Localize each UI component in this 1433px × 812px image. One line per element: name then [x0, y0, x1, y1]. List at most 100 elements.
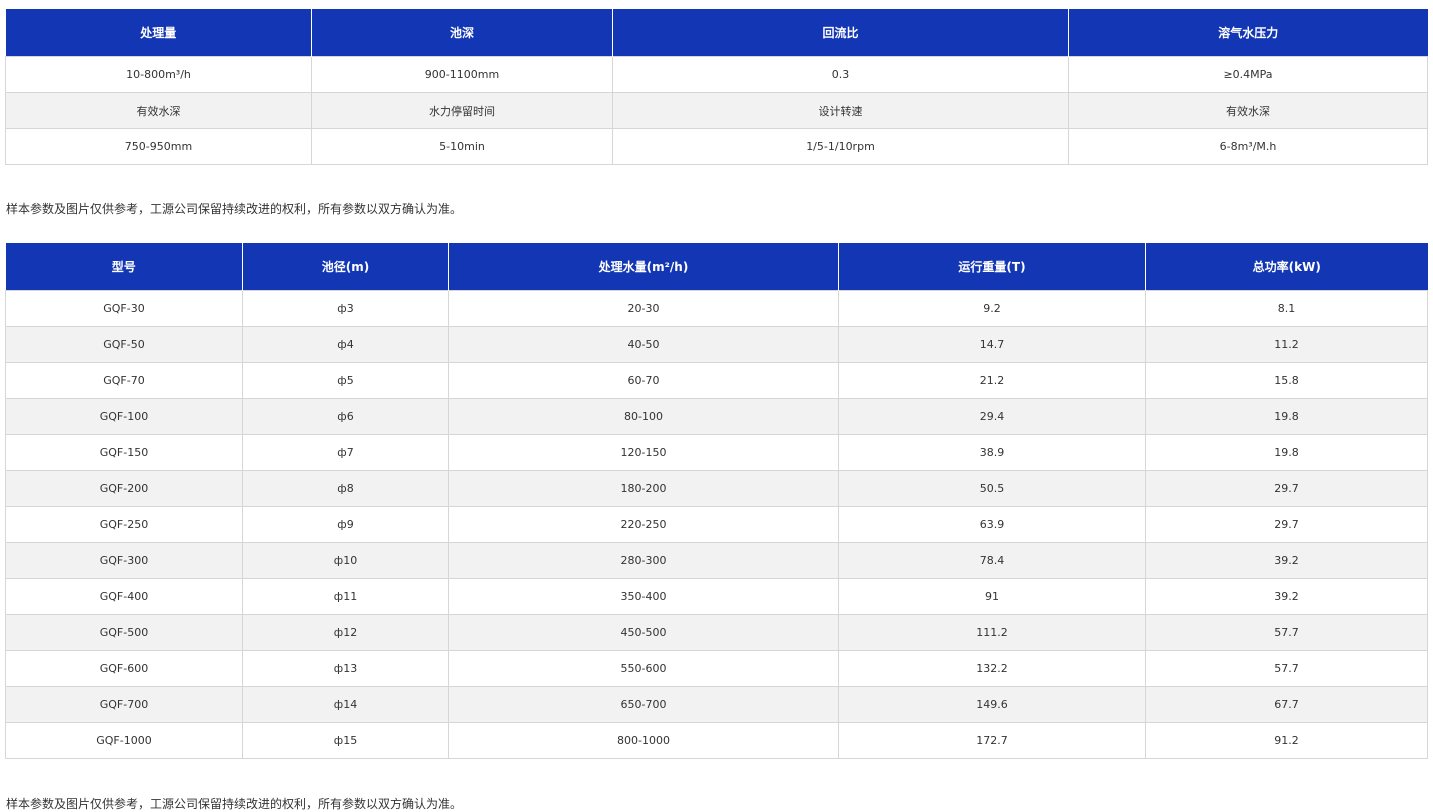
table-cell: 132.2: [838, 650, 1146, 687]
table-row: GQF-300 ф10 280-300 78.4 39.2: [5, 542, 1428, 579]
header-capacity: 处理量: [5, 9, 312, 57]
table-cell: 550-600: [448, 650, 839, 687]
table-cell: 19.8: [1145, 434, 1428, 471]
header-reflux-ratio: 回流比: [612, 9, 1069, 57]
table-cell: 19.8: [1145, 398, 1428, 435]
table-cell: 11.2: [1145, 326, 1428, 363]
table-cell: 50.5: [838, 470, 1146, 507]
header-tank-diameter: 池径(m): [242, 243, 449, 291]
table-cell: 1/5-1/10rpm: [612, 128, 1069, 165]
table-header-row: 处理量 池深 回流比 溶气水压力: [5, 9, 1428, 57]
table-cell: GQF-50: [5, 326, 243, 363]
table-cell: 5-10min: [311, 128, 613, 165]
table-cell: ф6: [242, 398, 449, 435]
header-tank-depth: 池深: [311, 9, 613, 57]
table-cell: 80-100: [448, 398, 839, 435]
table-cell: 450-500: [448, 614, 839, 651]
table-cell: 40-50: [448, 326, 839, 363]
table-cell: GQF-500: [5, 614, 243, 651]
table-row: GQF-1000 ф15 800-1000 172.7 91.2: [5, 722, 1428, 759]
header-dissolved-air-pressure: 溶气水压力: [1068, 9, 1428, 57]
table-cell: ф14: [242, 686, 449, 723]
table-cell: 650-700: [448, 686, 839, 723]
header-operating-weight: 运行重量(T): [838, 243, 1146, 291]
table-cell: 78.4: [838, 542, 1146, 579]
table-row: GQF-700 ф14 650-700 149.6 67.7: [5, 686, 1428, 723]
table-cell: 29.7: [1145, 470, 1428, 507]
table-row: GQF-500 ф12 450-500 111.2 57.7: [5, 614, 1428, 651]
table-cell: 149.6: [838, 686, 1146, 723]
header-total-power: 总功率(kW): [1145, 243, 1428, 291]
table-row: 750-950mm 5-10min 1/5-1/10rpm 6-8m³/M.h: [5, 128, 1428, 165]
table-cell: ф15: [242, 722, 449, 759]
table-cell: 180-200: [448, 470, 839, 507]
table-cell: 设计转速: [612, 92, 1069, 129]
table-cell: 57.7: [1145, 650, 1428, 687]
table-cell: ф10: [242, 542, 449, 579]
table-cell: 有效水深: [5, 92, 312, 129]
table-cell: 10-800m³/h: [5, 56, 312, 93]
table-cell: GQF-400: [5, 578, 243, 615]
table-cell: GQF-100: [5, 398, 243, 435]
table-cell: 350-400: [448, 578, 839, 615]
table-cell: 172.7: [838, 722, 1146, 759]
table-cell: 15.8: [1145, 362, 1428, 399]
table-cell: 21.2: [838, 362, 1146, 399]
table-cell: 14.7: [838, 326, 1146, 363]
table-cell: GQF-200: [5, 470, 243, 507]
table-header-row: 型号 池径(m) 处理水量(m²/h) 运行重量(T) 总功率(kW): [5, 243, 1428, 291]
table-cell: 39.2: [1145, 542, 1428, 579]
disclaimer-note: 样本参数及图片仅供参考，工源公司保留持续改进的权利，所有参数以双方确认为准。: [6, 202, 463, 216]
table-row: GQF-250 ф9 220-250 63.9 29.7: [5, 506, 1428, 543]
table-cell: 91: [838, 578, 1146, 615]
table-cell: 38.9: [838, 434, 1146, 471]
table-cell: 60-70: [448, 362, 839, 399]
table-cell: 8.1: [1145, 290, 1428, 327]
table-cell: 111.2: [838, 614, 1146, 651]
table-cell: ф3: [242, 290, 449, 327]
models-table: 型号 池径(m) 处理水量(m²/h) 运行重量(T) 总功率(kW) GQF-…: [5, 243, 1428, 759]
models-table-body: GQF-30 ф3 20-30 9.2 8.1 GQF-50 ф4 40-50 14.7 11.2…: [5, 290, 1428, 759]
table-row: GQF-70 ф5 60-70 21.2 15.8: [5, 362, 1428, 399]
table-cell: 6-8m³/M.h: [1068, 128, 1428, 165]
table-cell: 800-1000: [448, 722, 839, 759]
table-cell: ф13: [242, 650, 449, 687]
table-cell: 0.3: [612, 56, 1069, 93]
table-cell: 120-150: [448, 434, 839, 471]
table-row: GQF-50 ф4 40-50 14.7 11.2: [5, 326, 1428, 363]
table-cell: ф12: [242, 614, 449, 651]
table-cell: 有效水深: [1068, 92, 1428, 129]
table-cell: 67.7: [1145, 686, 1428, 723]
disclaimer-note: 样本参数及图片仅供参考，工源公司保留持续改进的权利，所有参数以双方确认为准。: [6, 797, 463, 811]
header-water-capacity: 处理水量(m²/h): [448, 243, 839, 291]
table-cell: GQF-30: [5, 290, 243, 327]
table-cell: GQF-300: [5, 542, 243, 579]
table-cell: GQF-250: [5, 506, 243, 543]
table-cell: ф5: [242, 362, 449, 399]
table-cell: 750-950mm: [5, 128, 312, 165]
table-cell: GQF-1000: [5, 722, 243, 759]
table-cell: ф9: [242, 506, 449, 543]
table-cell: 57.7: [1145, 614, 1428, 651]
table-row: GQF-150 ф7 120-150 38.9 19.8: [5, 434, 1428, 471]
table-row: GQF-200 ф8 180-200 50.5 29.7: [5, 470, 1428, 507]
table-cell: 91.2: [1145, 722, 1428, 759]
table-cell: 9.2: [838, 290, 1146, 327]
header-model: 型号: [5, 243, 243, 291]
table-cell: ф4: [242, 326, 449, 363]
table-cell: ≥0.4MPa: [1068, 56, 1428, 93]
table-cell: 39.2: [1145, 578, 1428, 615]
table-cell: 29.7: [1145, 506, 1428, 543]
table-cell: 水力停留时间: [311, 92, 613, 129]
table-cell: 900-1100mm: [311, 56, 613, 93]
table-cell: 29.4: [838, 398, 1146, 435]
table-row: 10-800m³/h 900-1100mm 0.3 ≥0.4MPa: [5, 56, 1428, 93]
table-cell: GQF-70: [5, 362, 243, 399]
table-cell: 63.9: [838, 506, 1146, 543]
table-cell: 280-300: [448, 542, 839, 579]
table-row: GQF-600 ф13 550-600 132.2 57.7: [5, 650, 1428, 687]
table-cell: GQF-700: [5, 686, 243, 723]
table-cell: ф8: [242, 470, 449, 507]
table-row: GQF-30 ф3 20-30 9.2 8.1: [5, 290, 1428, 327]
table-row: 有效水深 水力停留时间 设计转速 有效水深: [5, 92, 1428, 129]
